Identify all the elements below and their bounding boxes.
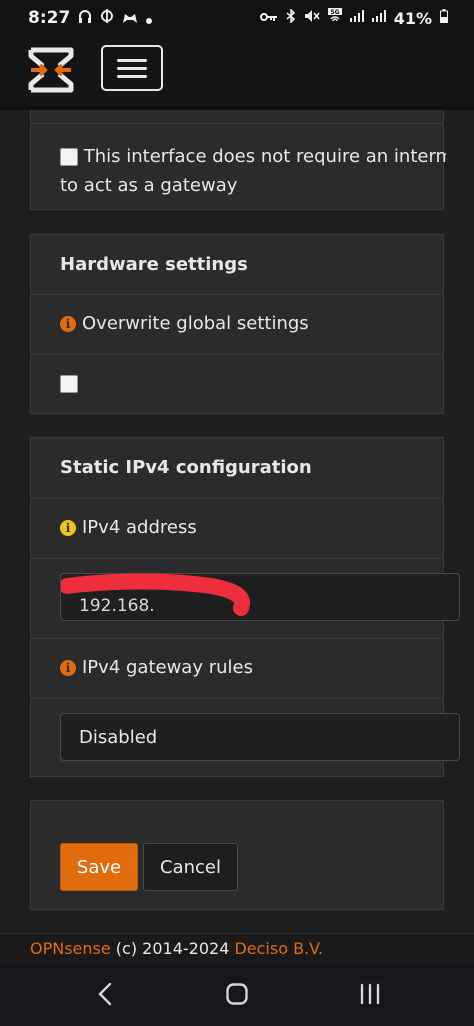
status-bar: 8:27 5G 41%: [0, 0, 474, 34]
back-icon: [98, 982, 112, 1006]
ipv4-address-label: IPv4 address: [82, 517, 197, 538]
menu-toggle-button[interactable]: [101, 45, 163, 91]
headset-icon: [78, 9, 92, 28]
svg-text:5G: 5G: [330, 9, 339, 16]
hamburger-icon: [117, 67, 147, 70]
static-ipv4-card: Static IPv4 configuration i IPv4 address …: [30, 437, 460, 777]
dot-icon: [146, 9, 153, 28]
game-icon: [122, 9, 138, 28]
static-ipv4-title: Static IPv4 configuration: [60, 457, 312, 478]
battery-label: 41%: [393, 8, 432, 28]
status-left: 8:27: [28, 8, 153, 28]
ipv4-gateway-rules-label: IPv4 gateway rules: [82, 657, 253, 678]
ipv4-address-input-row: 192.168.: [31, 559, 460, 639]
footer-brand-link[interactable]: OPNsense: [30, 939, 111, 958]
ipv4-address-label-wrap: i IPv4 address: [60, 517, 197, 538]
gateway-label-line1: This interface does not require an inter…: [83, 146, 446, 167]
hardware-settings-card: Hardware settings i Overwrite global sett…: [30, 234, 444, 414]
status-right: 5G 41%: [259, 8, 448, 28]
bluetooth-icon: [286, 8, 296, 27]
main-content[interactable]: This interface does not require an inter…: [0, 110, 474, 933]
footer-text: OPNsense (c) 2014-2024 Deciso B.V.: [30, 939, 323, 958]
hamburger-icon: [117, 59, 147, 62]
hamburger-icon: [117, 75, 147, 78]
home-icon: [226, 983, 248, 1005]
gateway-top-row: [31, 110, 443, 124]
battery-icon: [440, 9, 448, 27]
footer-company-link[interactable]: Deciso B.V.: [234, 939, 323, 958]
signal-icon: [349, 10, 364, 26]
ipv4-gateway-rules-label-wrap: i IPv4 gateway rules: [60, 657, 253, 678]
cancel-button[interactable]: Cancel: [143, 843, 238, 891]
system-navigation-bar: [0, 964, 474, 1026]
gateway-checkbox[interactable]: [60, 148, 78, 166]
gateway-label-line2: to act as a gateway: [60, 175, 238, 196]
ipv4-gateway-rules-select[interactable]: Disabled: [60, 713, 460, 761]
back-button[interactable]: [85, 978, 125, 1010]
info-icon[interactable]: i: [60, 316, 76, 332]
opnsense-logo[interactable]: [27, 46, 75, 94]
redaction-scribble: [61, 573, 250, 616]
ipv4-address-input[interactable]: 192.168.: [60, 573, 460, 621]
info-icon[interactable]: i: [60, 660, 76, 676]
ipv4-gateway-rules-select-row: Disabled: [31, 699, 460, 777]
hardware-settings-title: Hardware settings: [60, 254, 248, 275]
overwrite-checkbox-wrap: [60, 373, 78, 394]
key-icon: [259, 10, 278, 26]
overwrite-row: i Overwrite global settings: [31, 295, 443, 355]
mute-icon: [304, 9, 320, 27]
actions-card: Save Cancel: [30, 800, 444, 910]
page-footer: OPNsense (c) 2014-2024 Deciso B.V.: [0, 933, 474, 964]
overwrite-checkbox-row: [31, 355, 443, 413]
footer-copyright: (c) 2014-2024: [110, 939, 235, 958]
recent-apps-button[interactable]: [350, 978, 390, 1010]
theta-icon: [100, 8, 114, 28]
clock: 8:27: [28, 8, 71, 28]
wifi-5g-icon: 5G: [327, 8, 342, 28]
ipv4-gateway-rules-label-row: i IPv4 gateway rules: [31, 639, 443, 699]
signal-icon: [371, 10, 386, 26]
ipv4-gateway-rules-value: Disabled: [79, 727, 158, 748]
hardware-header-row: Hardware settings: [31, 235, 443, 295]
recent-apps-icon: [360, 983, 380, 1005]
gateway-card: This interface does not require an inter…: [30, 110, 446, 210]
home-button[interactable]: [217, 978, 257, 1010]
overwrite-checkbox[interactable]: [60, 375, 78, 393]
overwrite-label: Overwrite global settings: [82, 313, 309, 334]
ipv4-address-label-row: i IPv4 address: [31, 499, 443, 559]
overwrite-label-wrap: i Overwrite global settings: [60, 313, 309, 334]
info-icon[interactable]: i: [60, 520, 76, 536]
gateway-checkbox-label: This interface does not require an inter…: [60, 142, 446, 200]
app-header: [0, 34, 474, 110]
save-button[interactable]: Save: [60, 843, 138, 891]
ipv4-header-row: Static IPv4 configuration: [31, 438, 443, 499]
